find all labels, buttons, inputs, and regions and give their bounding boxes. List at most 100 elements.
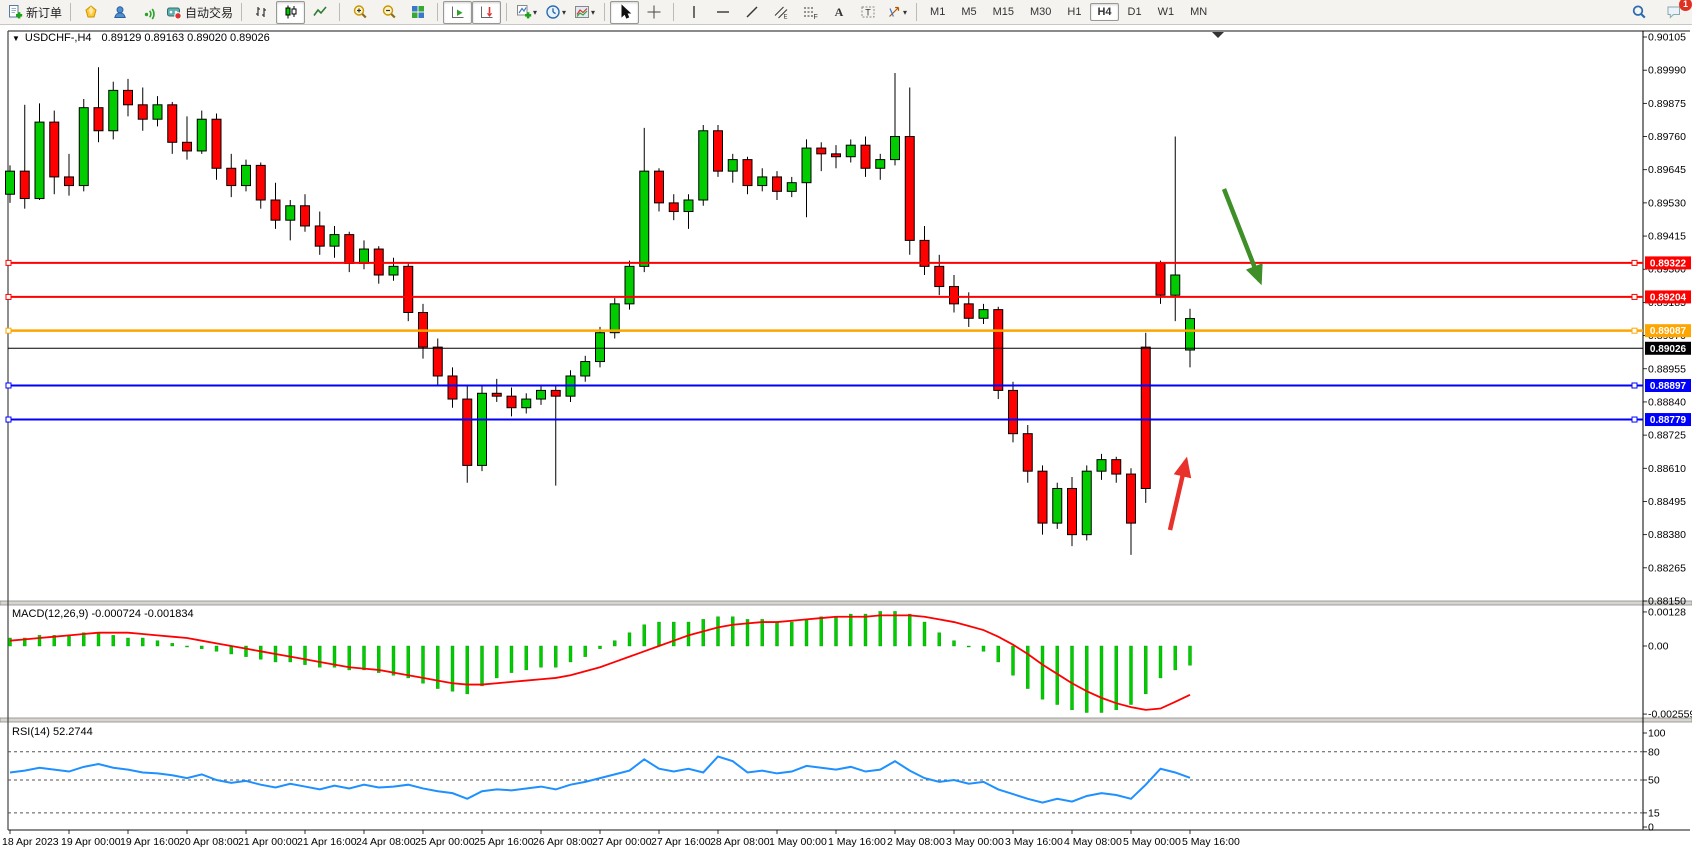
macd-histogram-bar [466, 646, 469, 694]
macd-histogram-bar [1174, 646, 1177, 670]
vertical-line-button[interactable] [679, 1, 708, 24]
new-order-icon [7, 4, 23, 20]
auto-trading-button[interactable]: 自动交易 [163, 1, 236, 24]
hline-handle[interactable] [1632, 417, 1637, 422]
chat-button[interactable]: 1 [1659, 1, 1688, 24]
hline-handle[interactable] [6, 294, 11, 299]
trendline-button[interactable] [737, 1, 766, 24]
channel-icon: E [773, 4, 789, 20]
chart-dropdown-icon[interactable]: ▼ [12, 34, 20, 43]
timeframe-m15-button[interactable]: M15 [986, 3, 1021, 21]
auto-scroll-button[interactable] [443, 1, 472, 24]
hline-handle[interactable] [1632, 383, 1637, 388]
svg-text:F: F [813, 14, 817, 20]
text-label-button[interactable]: T [853, 1, 882, 24]
chart-canvas[interactable]: 0.901050.899900.898750.897600.896450.895… [0, 25, 1692, 855]
macd-histogram-bar [731, 617, 734, 646]
zoom-in-button[interactable] [345, 1, 374, 24]
time-tick-label: 5 May 00:00 [1123, 836, 1181, 848]
macd-histogram-bar [1012, 646, 1015, 675]
macd-histogram-bar [599, 646, 602, 649]
tile-windows-button[interactable] [403, 1, 432, 24]
macd-histogram-bar [953, 641, 956, 646]
zoom-out-button[interactable] [374, 1, 403, 24]
hline-handle[interactable] [6, 417, 11, 422]
chart-shift-button[interactable] [472, 1, 501, 24]
macd-histogram-bar [230, 646, 233, 654]
macd-histogram-bar [1071, 646, 1074, 710]
line-chart-button[interactable] [305, 1, 334, 24]
hline-handle[interactable] [6, 383, 11, 388]
candle [699, 125, 708, 206]
timeframe-h4-button[interactable]: H4 [1090, 3, 1118, 21]
candle [714, 125, 723, 177]
time-tick-label: 18 Apr 2023 [2, 836, 59, 848]
price-tick-label: 0.89645 [1648, 164, 1686, 176]
auto-trading-icon [166, 4, 182, 20]
new-order-button[interactable]: 新订单 [4, 1, 65, 24]
macd-histogram-bar [643, 625, 646, 646]
macd-histogram-bar [259, 646, 262, 659]
hline-handle[interactable] [6, 260, 11, 265]
time-tick-label: 1 May 00:00 [769, 836, 827, 848]
candlestick-chart-button[interactable] [276, 1, 305, 24]
time-tick-label: 27 Apr 16:00 [651, 836, 711, 848]
mt4-window: 新订单 自动交易 ▾ ▾ ▾ E F AT ▾ M1M5M15M30H1H4D1W1MN 1 0.9… [0, 0, 1692, 855]
text-button[interactable]: A [824, 1, 853, 24]
timeframe-mn-button[interactable]: MN [1183, 3, 1214, 21]
macd-histogram-bar [481, 646, 484, 686]
macd-histogram-bar [938, 633, 941, 646]
search-button[interactable] [1624, 1, 1653, 24]
chart-symbol-period: USDCHF-,H4 [25, 32, 92, 44]
time-tick-label: 19 Apr 16:00 [120, 836, 180, 848]
hline-handle[interactable] [1632, 260, 1637, 265]
search-icon [1631, 4, 1647, 20]
chevron-down-icon[interactable]: ▾ [591, 8, 595, 17]
hline-handle[interactable] [1632, 328, 1637, 333]
macd-histogram-bar [186, 646, 189, 647]
fibonacci-button[interactable]: F [795, 1, 824, 24]
rsi-tick-label: 100 [1648, 728, 1666, 740]
macd-histogram-bar [1144, 646, 1147, 694]
hline-handle[interactable] [6, 328, 11, 333]
chevron-down-icon[interactable]: ▾ [562, 8, 566, 17]
periods-button[interactable]: ▾ [541, 1, 570, 24]
bar-chart-button[interactable] [247, 1, 276, 24]
time-tick-label: 20 Apr 08:00 [179, 836, 239, 848]
panel-splitter[interactable] [0, 718, 1692, 722]
tile-windows-icon [410, 4, 426, 20]
macd-histogram-bar [304, 646, 307, 665]
timeframe-h1-button[interactable]: H1 [1060, 3, 1088, 21]
community-button[interactable] [105, 1, 134, 24]
templates-button[interactable]: ▾ [570, 1, 599, 24]
auto-trading-label: 自动交易 [185, 4, 233, 21]
macd-histogram-bar [997, 646, 1000, 662]
signals-button[interactable] [134, 1, 163, 24]
macd-indicator-label: MACD(12,26,9) -0.000724 -0.001834 [12, 608, 194, 620]
timeframe-m1-button[interactable]: M1 [923, 3, 952, 21]
chevron-down-icon[interactable]: ▾ [903, 8, 907, 17]
signals-icon [141, 4, 157, 20]
timeframe-w1-button[interactable]: W1 [1151, 3, 1182, 21]
trendline-icon [744, 4, 760, 20]
indicators-list-button[interactable]: ▾ [512, 1, 541, 24]
timeframe-m30-button[interactable]: M30 [1023, 3, 1058, 21]
horizontal-line-button[interactable] [708, 1, 737, 24]
favorites-button[interactable] [76, 1, 105, 24]
timeframe-m5-button[interactable]: M5 [954, 3, 983, 21]
community-icon [112, 4, 128, 20]
vline-icon [686, 4, 702, 20]
timeframe-d1-button[interactable]: D1 [1121, 3, 1149, 21]
arrows-button[interactable]: ▾ [882, 1, 911, 24]
price-tick-label: 0.88840 [1648, 396, 1686, 408]
crosshair-button[interactable] [639, 1, 668, 24]
macd-histogram-bar [97, 633, 100, 646]
equidistant-channel-button[interactable]: E [766, 1, 795, 24]
panel-splitter[interactable] [0, 601, 1692, 605]
cursor-button[interactable] [610, 1, 639, 24]
text-icon: A [831, 4, 847, 20]
hline-handle[interactable] [1632, 294, 1637, 299]
macd-histogram-bar [761, 619, 764, 646]
chevron-down-icon[interactable]: ▾ [533, 8, 537, 17]
cursor-icon [617, 4, 633, 20]
